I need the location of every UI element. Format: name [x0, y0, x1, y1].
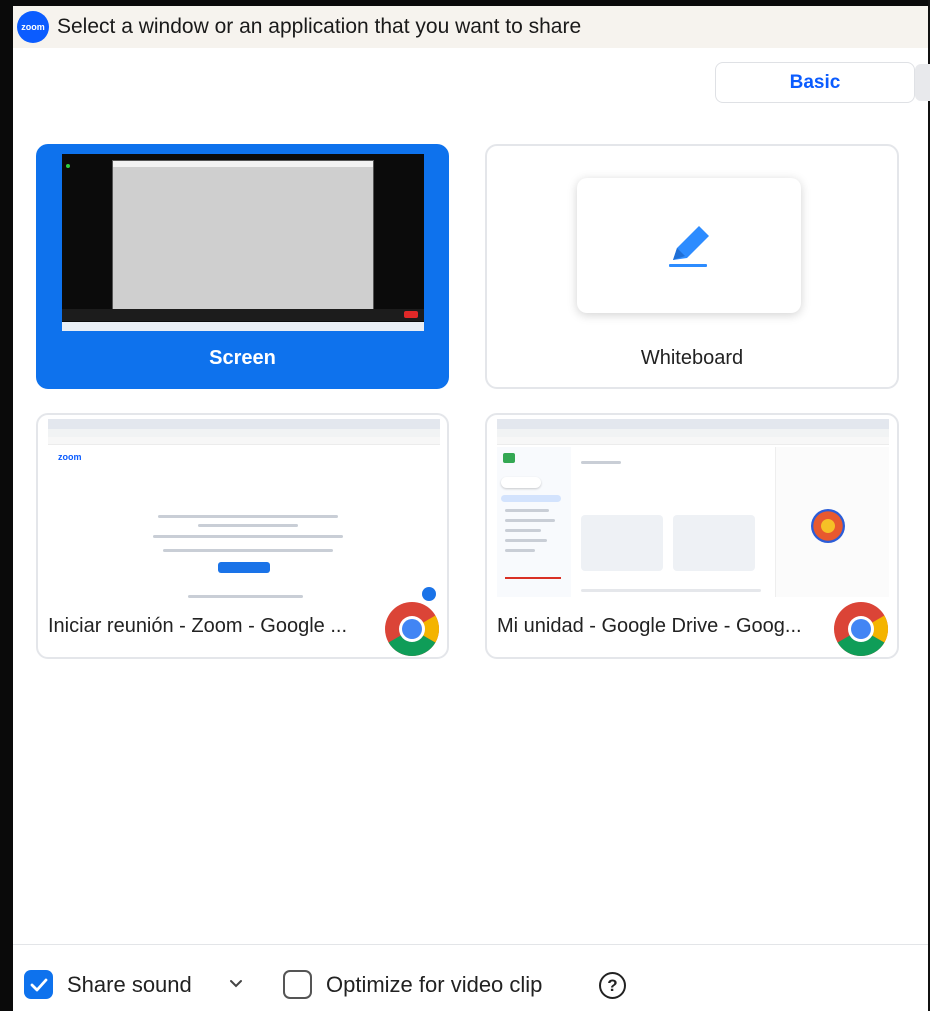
- thumb-tabstrip: [48, 419, 440, 429]
- drive-logo-icon: [503, 453, 515, 463]
- thumb-text-line: [163, 549, 333, 552]
- thumb-storage-bar: [505, 577, 561, 579]
- thumb-text-line: [505, 509, 549, 512]
- thumb-text-line: [188, 595, 303, 598]
- thumbnail-window: [112, 160, 374, 311]
- thumb-addressbar: [48, 429, 440, 437]
- source-label-whiteboard: Whiteboard: [640, 347, 744, 369]
- title-bar: zoom Select a window or an application t…: [13, 6, 928, 48]
- thumb-nav-active: [501, 495, 561, 502]
- help-icon[interactable]: ?: [599, 972, 626, 999]
- thumb-text-line: [505, 549, 535, 552]
- thumb-blue-button: [218, 562, 270, 573]
- chrome-icon: [385, 602, 440, 657]
- thumb-text-line: [198, 524, 298, 527]
- status-dot: [66, 164, 70, 168]
- share-source-chrome-drive[interactable]: Mi unidad - Google Drive - Goog...: [485, 413, 899, 659]
- window-title: Select a window or an application that y…: [57, 15, 582, 38]
- share-source-chrome-zoom[interactable]: zoom Iniciar reunión - Zoom - Google ...: [36, 413, 449, 659]
- thumb-text-line: [581, 461, 621, 464]
- share-sound-checkbox[interactable]: [24, 970, 53, 999]
- thumbnail-body: [113, 167, 373, 311]
- pen-icon: [669, 225, 709, 267]
- thumb-text-line: [505, 539, 547, 542]
- thumb-addressbar: [497, 429, 889, 437]
- thumb-new-button: [501, 477, 541, 488]
- source-label-screen: Screen: [209, 347, 276, 369]
- optimize-video-checkbox[interactable]: [283, 970, 312, 999]
- thumbnail-toolbar: [62, 309, 424, 321]
- browser-thumbnail: [497, 419, 889, 600]
- source-label-chrome-drive: Mi unidad - Google Drive - Goog...: [497, 615, 802, 637]
- thumb-file-row: [581, 589, 761, 592]
- browser-thumbnail: zoom: [48, 419, 440, 601]
- thumb-text-line: [153, 535, 343, 538]
- thumb-file-card: [581, 515, 663, 571]
- thumb-tabstrip: [497, 419, 889, 429]
- footer-divider: [13, 944, 928, 945]
- thumb-file-card: [673, 515, 755, 571]
- check-icon: [30, 978, 47, 991]
- thumb-drive-main: [577, 447, 767, 597]
- thumb-avatar-art: [811, 509, 845, 543]
- thumb-text-line: [505, 529, 541, 532]
- share-source-screen[interactable]: Screen: [36, 144, 449, 389]
- tab-basic[interactable]: Basic: [715, 62, 915, 103]
- share-sound-label[interactable]: Share sound: [67, 972, 192, 998]
- window-frame-left: [0, 0, 13, 1011]
- tab-advanced-partial[interactable]: [915, 64, 930, 101]
- thumb-bookmarks: [497, 437, 889, 445]
- thumbnail-taskbar: [62, 322, 424, 331]
- screen-thumbnail: [62, 154, 424, 331]
- chevron-down-icon[interactable]: [228, 977, 244, 991]
- share-source-whiteboard[interactable]: Whiteboard: [485, 144, 899, 389]
- whiteboard-preview: [577, 178, 801, 313]
- optimize-video-label[interactable]: Optimize for video clip: [326, 972, 542, 998]
- share-mode-tabs: Basic: [715, 62, 930, 103]
- thumb-chat-bubble: [422, 587, 436, 601]
- thumb-text-line: [505, 519, 555, 522]
- thumb-drive-sidebar: [497, 447, 571, 597]
- zoom-logo-icon: zoom: [17, 11, 49, 43]
- thumb-brand-text: zoom: [58, 452, 82, 462]
- chrome-icon: [834, 602, 889, 657]
- thumb-bookmarks: [48, 437, 440, 445]
- source-label-chrome-zoom: Iniciar reunión - Zoom - Google ...: [48, 615, 348, 637]
- thumb-text-line: [158, 515, 338, 518]
- thumbnail-end-button: [404, 311, 418, 318]
